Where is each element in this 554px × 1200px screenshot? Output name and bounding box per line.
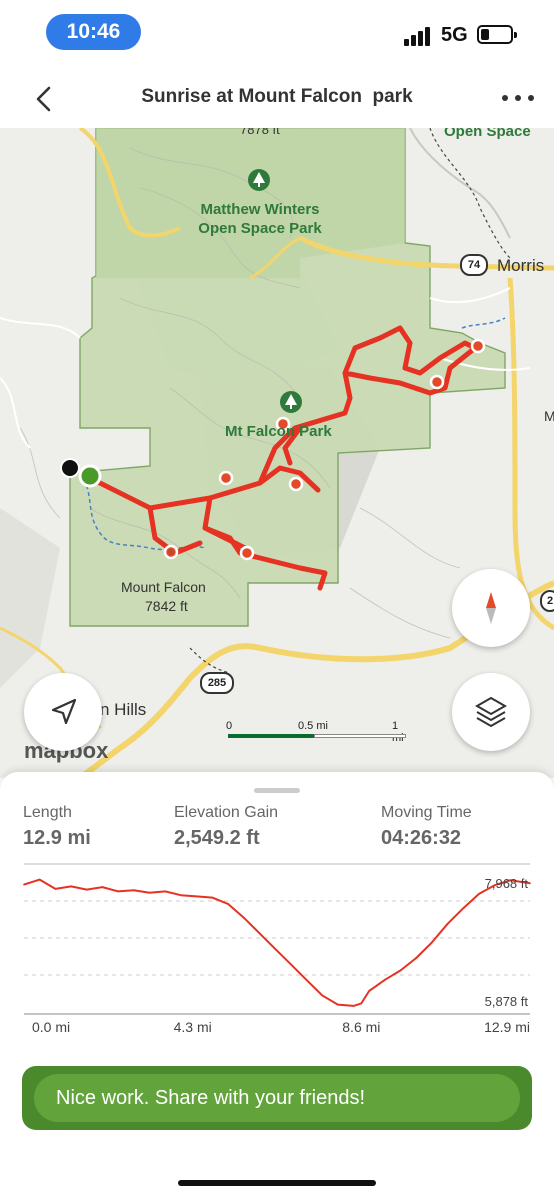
elevation-point: [227, 903, 229, 905]
chart-y-min-label: 5,878 ft: [485, 994, 529, 1009]
stat-value: 12.9 mi: [23, 827, 91, 849]
elevation-point: [321, 994, 323, 997]
chart-x-tick-label: 4.3 mi: [174, 1019, 212, 1035]
elevation-point: [368, 990, 370, 992]
chart-x-tick-label: 12.9 mi: [484, 1019, 530, 1035]
elevation-point: [431, 941, 433, 944]
signal-icon: [404, 26, 436, 46]
route-shield-edge: 2: [540, 590, 554, 612]
elevation-point: [336, 1003, 339, 1006]
stat-label: Elevation Gain: [174, 804, 279, 821]
elevation-label: 7878 ft: [240, 128, 280, 137]
stat-value: 04:26:32: [381, 827, 462, 849]
elevation-point: [415, 957, 418, 959]
route-74-shield: 74: [460, 254, 488, 276]
park-tree-icon: [280, 391, 302, 413]
top-bar: Sunrise at Mount Falcon park: [0, 70, 554, 128]
map-scale: 0 0.5 mi 1 mi: [222, 720, 412, 746]
town-label: Morris: [497, 256, 545, 275]
stat-length: Length 12.9 mi: [23, 804, 91, 850]
route-285-shield: 285: [200, 672, 234, 694]
elevation-point: [180, 894, 182, 896]
chart-x-tick-label: 0.0 mi: [32, 1019, 70, 1035]
elevation-point: [529, 882, 531, 885]
peak-elevation-label: 7842 ft: [145, 598, 188, 614]
elevation-point: [23, 883, 25, 886]
back-arrow-icon[interactable]: [30, 84, 60, 114]
peak-label: Mount Falcon: [121, 579, 206, 595]
elevation-point: [305, 978, 308, 981]
chart-x-tick-label: 8.6 mi: [342, 1019, 380, 1035]
stat-label: Moving Time: [381, 804, 472, 821]
trail-map[interactable]: 7878 ft Open Space Matthew Winters Open …: [0, 128, 554, 778]
battery-icon: [477, 25, 517, 44]
elevation-point: [274, 947, 276, 950]
status-time: 10:46: [46, 14, 141, 50]
stats-panel: Length 12.9 mi Elevation Gain 2,549.2 ft…: [0, 772, 554, 1200]
park-label-matthew-winters: Matthew Winters Open Space Park: [198, 201, 322, 237]
stat-label: Length: [23, 804, 72, 821]
elevation-point: [133, 889, 135, 891]
elevation-point: [85, 888, 88, 891]
layers-button[interactable]: [452, 673, 530, 751]
edge-label: M: [544, 408, 554, 424]
status-bar: 10:46 5G: [0, 0, 554, 70]
more-options-icon[interactable]: [498, 86, 538, 110]
area-label: n Hills: [100, 700, 147, 719]
elevation-point: [360, 1002, 363, 1005]
locate-button[interactable]: [24, 673, 102, 751]
share-button[interactable]: Nice work. Share with your friends!: [34, 1074, 520, 1122]
compass-button[interactable]: [452, 569, 530, 647]
elevation-point: [195, 895, 198, 898]
park-label-mt-falcon: Mt Falcon Park: [225, 423, 332, 440]
elevation-point: [164, 890, 167, 893]
elevation-point: [352, 1005, 355, 1007]
start-marker: [78, 464, 102, 488]
elevation-profile-chart[interactable]: 0.0 mi 4.3 mi 8.6 mi 12.9 mi 7,968 ft 5,878 f…: [0, 860, 554, 1050]
network-type: 5G: [441, 24, 468, 46]
layers-icon: [474, 696, 508, 728]
park-tree-icon: [248, 169, 270, 191]
home-indicator: [178, 1180, 376, 1186]
elevation-point: [446, 922, 449, 925]
elevation-point: [242, 916, 245, 919]
stat-moving-time: Moving Time 04:26:32: [381, 804, 472, 850]
elevation-point: [54, 888, 57, 890]
stat-value: 2,549.2 ft: [174, 827, 260, 849]
stat-elevation-gain: Elevation Gain 2,549.2 ft: [174, 804, 278, 850]
elevation-point: [70, 885, 72, 888]
elevation-point: [289, 963, 292, 966]
elevation-point: [462, 907, 465, 910]
elevation-point: [38, 878, 41, 881]
chart-y-max-label: 7,968 ft: [485, 876, 529, 891]
elevation-point: [101, 886, 104, 888]
compass-icon: [486, 592, 496, 624]
elevation-point: [148, 891, 151, 894]
drag-handle[interactable]: [254, 788, 300, 793]
elevation-point: [211, 896, 214, 899]
elevation-point: [258, 932, 261, 934]
elevation-point: [478, 893, 480, 895]
elevation-line: [23, 878, 531, 1007]
page-title: Sunrise at Mount Falcon park: [141, 86, 413, 107]
elevation-point: [384, 978, 386, 981]
elevation-point: [399, 969, 402, 972]
elevation-point: [117, 890, 119, 893]
navigation-arrow-icon: [51, 698, 77, 725]
end-marker: [60, 458, 80, 478]
share-banner[interactable]: Nice work. Share with your friends!: [22, 1066, 532, 1130]
open-space-label: Open Space: [444, 128, 531, 140]
